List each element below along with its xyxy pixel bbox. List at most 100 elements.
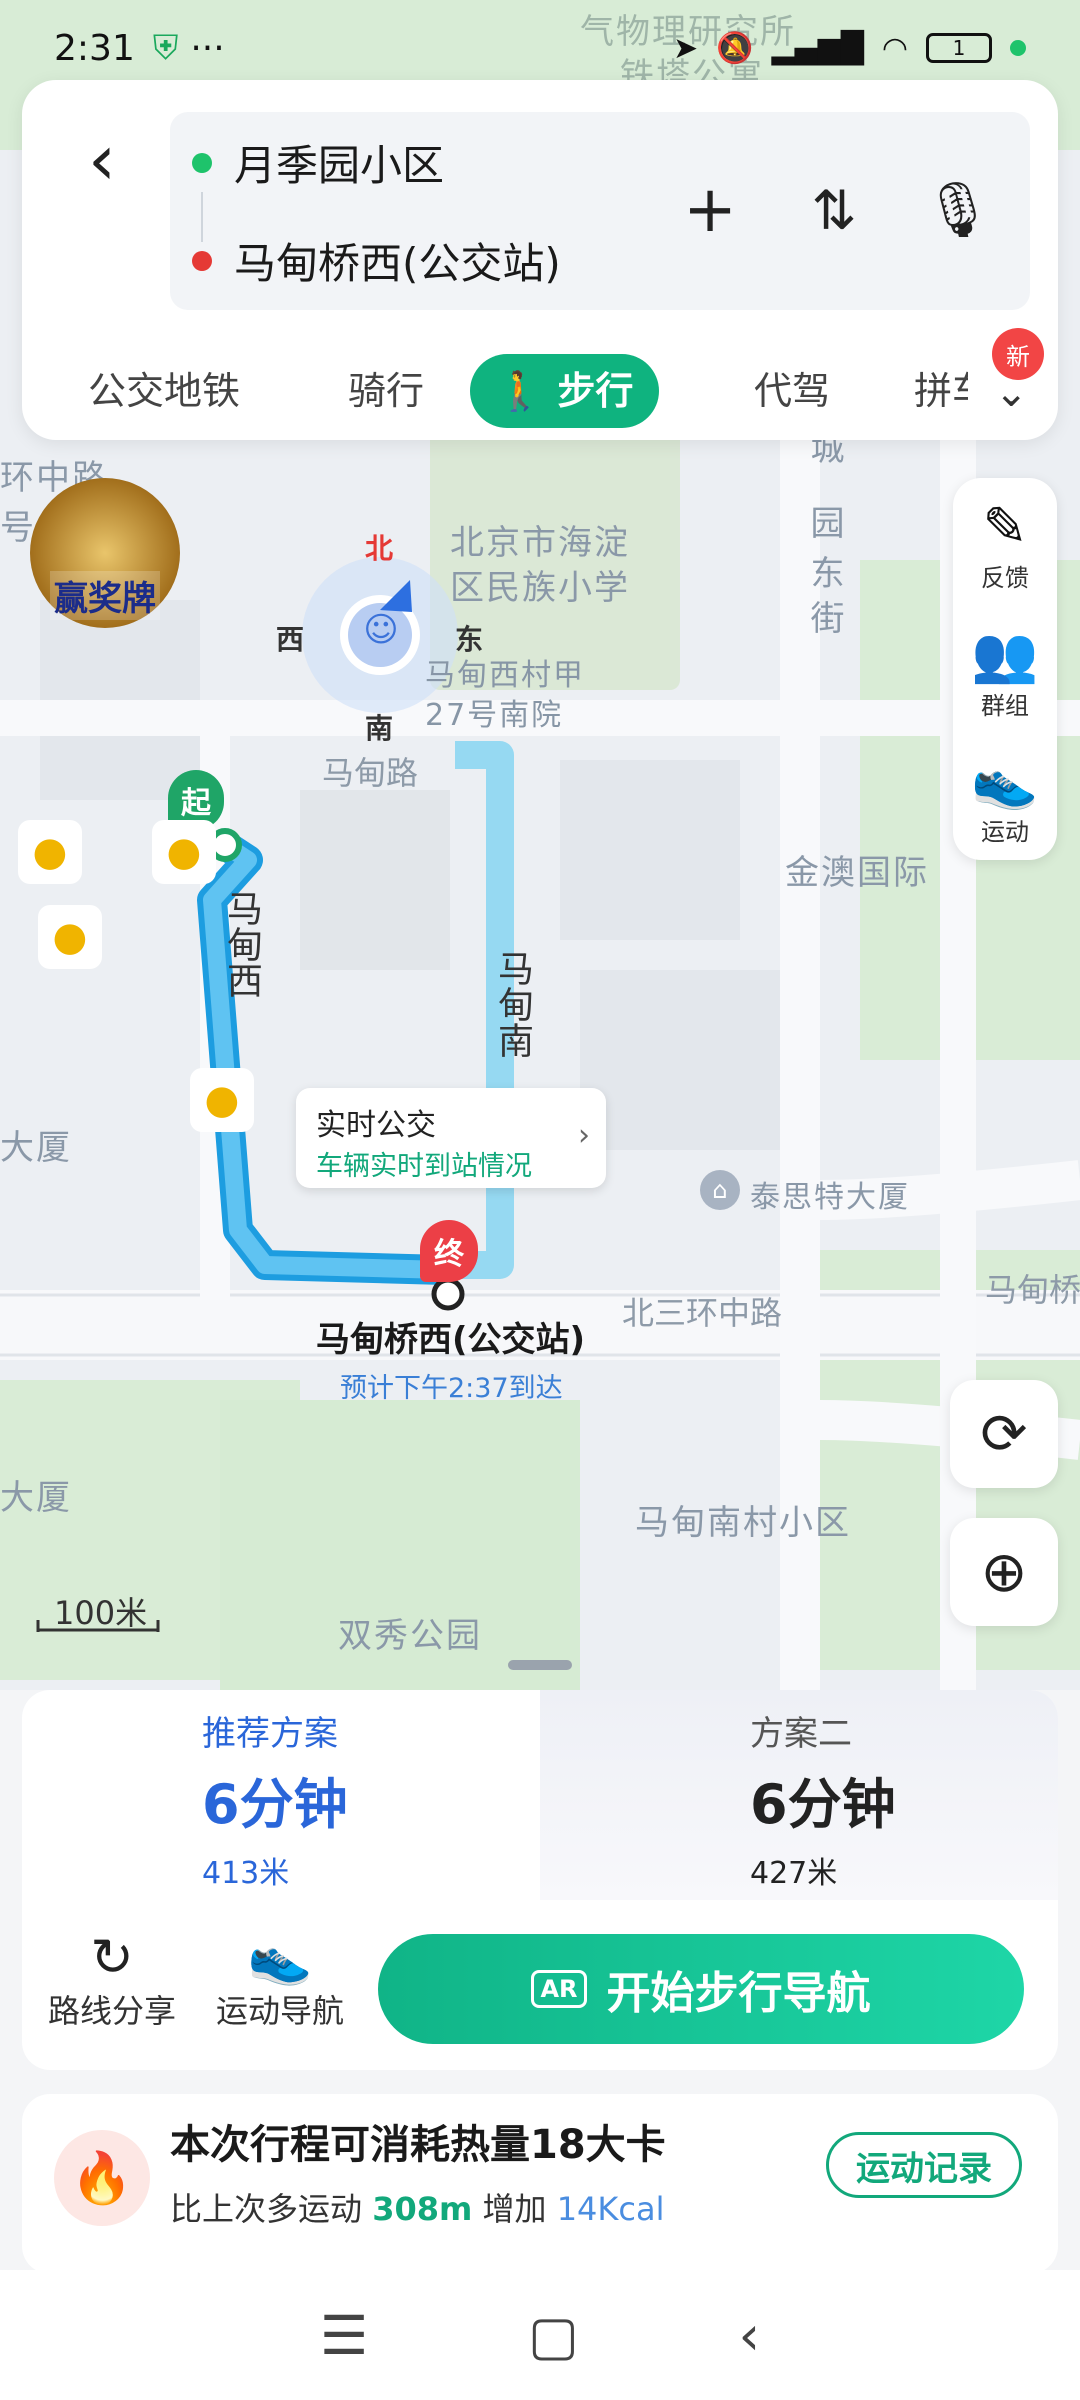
end-marker[interactable]: 终 (420, 1220, 478, 1282)
scale-label: 100米 (54, 1594, 148, 1632)
tab-transit[interactable]: 公交地铁 (62, 354, 266, 428)
road-label: 马甸路 (322, 754, 419, 792)
coin-icon[interactable]: ● (18, 820, 82, 884)
swap-icon[interactable]: ⇅ (802, 170, 866, 250)
destination-text: 马甸桥西(公交站) (234, 239, 561, 288)
map-label: 泰思特大厦 (750, 1180, 910, 1215)
calorie-more-distance: 308m (372, 2190, 473, 2228)
map-label: 马甸南村小区 (635, 1503, 851, 1543)
route-input-box: 月季园小区 马甸桥西(公交站) + ⇅ 🎙 (170, 112, 1030, 310)
road-label: 马甸南 (492, 950, 533, 1058)
status-bar: 2:31 ⛨ ··· ➤ 🔕 ▂▄▆█ ◠ 1 (0, 0, 1080, 96)
microphone-icon[interactable]: 🎙 (924, 170, 993, 250)
system-nav-bar: ☰ ▢ ‹ (0, 2270, 1080, 2400)
coin-icon[interactable]: ● (190, 1068, 254, 1132)
medal-ad-badge[interactable]: 赢奖牌 (30, 478, 180, 628)
back-button[interactable]: ‹ (62, 120, 142, 200)
group-icon: 👥 (971, 623, 1039, 686)
coin-icon[interactable]: ● (152, 820, 216, 884)
privacy-dot (1010, 40, 1026, 56)
map-label: 27号南院 (425, 698, 564, 733)
signal-icon: ▂▄▆█ (771, 30, 864, 66)
plan-recommended[interactable]: 推荐方案 6分钟 413米 (22, 1690, 540, 1900)
location-icon: ➤ (673, 30, 699, 66)
ar-icon: AR (531, 1970, 587, 2008)
calorie-card: 🔥 本次行程可消耗热量18大卡 比上次多运动 308m 增加 14Kcal 运动… (22, 2094, 1058, 2274)
tab-carpool[interactable]: 拼车 (888, 354, 968, 428)
origin-text: 月季园小区 (234, 141, 445, 190)
eta-label: 预计下午2:37到达 (340, 1373, 563, 1404)
add-waypoint-icon[interactable]: + (678, 170, 742, 250)
ad-label: 赢奖牌 (50, 571, 160, 620)
user-avatar-icon: ☺ (363, 610, 399, 650)
chevron-down-icon[interactable]: ⌄ (994, 370, 1028, 416)
map-label: 金澳国际 (785, 853, 929, 893)
crosshair-icon: ⊕ (980, 1539, 1028, 1605)
battery-icon: 1 (926, 33, 992, 63)
origin-field[interactable]: 月季园小区 (192, 132, 444, 193)
destination-label: 马甸桥西(公交站) (316, 1320, 586, 1360)
route-share-button[interactable]: ↻ 路线分享 (42, 1930, 182, 2032)
calorie-subtitle: 比上次多运动 308m 增加 14Kcal (170, 2184, 664, 2230)
start-walking-navigation-button[interactable]: AR 开始步行导航 (378, 1934, 1024, 2044)
map-label: 东 (804, 555, 844, 591)
chevron-right-icon: › (578, 1118, 590, 1153)
share-icon: ↻ (90, 1928, 134, 1988)
plan-duration: 6分钟 (750, 1773, 896, 1836)
sport-nav-label: 运动导航 (215, 1992, 344, 2030)
bubble-title: 实时公交 (316, 1108, 436, 1143)
feedback-button[interactable]: ✎ 反馈 (953, 496, 1057, 593)
home-icon[interactable]: ▢ (528, 2304, 579, 2367)
destination-field[interactable]: 马甸桥西(公交站) (192, 230, 561, 291)
tab-walking[interactable]: 🚶 步行 (470, 354, 660, 428)
more-icon: ··· (190, 27, 225, 69)
sport-shoe-icon: 👟 (971, 749, 1039, 812)
map-label: 大厦 (0, 1478, 72, 1518)
sport-nav-button[interactable]: 👟 运动导航 (210, 1930, 350, 2032)
calorie-more-kcal: 14Kcal (556, 2190, 665, 2228)
coin-icon[interactable]: ● (38, 905, 102, 969)
feedback-label: 反馈 (981, 564, 1029, 592)
tab-designated-driver[interactable]: 代驾 (728, 354, 856, 428)
map-label: 园 (804, 505, 844, 541)
edit-icon: ✎ (982, 495, 1028, 558)
plan-label: 方案二 (750, 1714, 852, 1754)
refresh-icon: ⟳ (980, 1401, 1028, 1467)
sport-button[interactable]: 👟 运动 (953, 750, 1057, 847)
refresh-route-button[interactable]: ⟳ (950, 1380, 1058, 1488)
compass-south: 南 (365, 712, 394, 745)
mute-icon: 🔕 (716, 30, 754, 66)
plan-label: 推荐方案 (202, 1714, 338, 1754)
locate-me-button[interactable]: ⊕ (950, 1518, 1058, 1626)
plan-distance: 413米 (202, 1856, 290, 1891)
route-header-card: ‹ 月季园小区 马甸桥西(公交站) + ⇅ 🎙 公交地铁 骑行 🚶 步行 代驾 … (22, 80, 1058, 440)
road-label: 北三环中路 (622, 1294, 783, 1332)
travel-mode-tabs: 公交地铁 骑行 🚶 步行 代驾 拼车 (22, 330, 1058, 428)
poi-pin-icon: ⌂ (700, 1170, 740, 1210)
drag-handle[interactable] (508, 1660, 572, 1670)
calorie-sub-mid: 增加 (482, 2190, 547, 2228)
walking-icon: 🚶 (496, 369, 544, 413)
map-label: 马甸西村甲 (425, 658, 585, 693)
group-button[interactable]: 👥 群组 (953, 624, 1057, 721)
status-time: 2:31 (54, 27, 135, 69)
sport-record-button[interactable]: 运动记录 (826, 2132, 1022, 2198)
plan-duration: 6分钟 (202, 1773, 348, 1836)
back-icon[interactable]: ‹ (739, 2304, 761, 2367)
road-label: 马甸西 (221, 890, 262, 998)
destination-dot (192, 250, 212, 271)
tab-walking-label: 步行 (557, 369, 634, 413)
menu-icon[interactable]: ☰ (320, 2304, 368, 2367)
realtime-bus-bubble[interactable]: 实时公交 车辆实时到站情况 › (296, 1088, 606, 1188)
calorie-sub-prefix: 比上次多运动 (170, 2190, 363, 2228)
plan-card: 推荐方案 6分钟 413米 方案二 6分钟 427米 ↻ 路线分享 👟 运动导航… (22, 1690, 1058, 2070)
tab-cycling[interactable]: 骑行 (322, 354, 450, 428)
plan-distance: 427米 (750, 1856, 838, 1891)
compass-east: 东 (455, 623, 484, 656)
plan-two[interactable]: 方案二 6分钟 427米 (540, 1690, 1058, 1900)
map-label: 街 (804, 600, 844, 636)
sport-label: 运动 (981, 818, 1029, 846)
map-label: 北京市海淀 (450, 523, 630, 563)
flame-icon: 🔥 (54, 2130, 150, 2226)
shield-icon: ⛨ (152, 28, 179, 68)
